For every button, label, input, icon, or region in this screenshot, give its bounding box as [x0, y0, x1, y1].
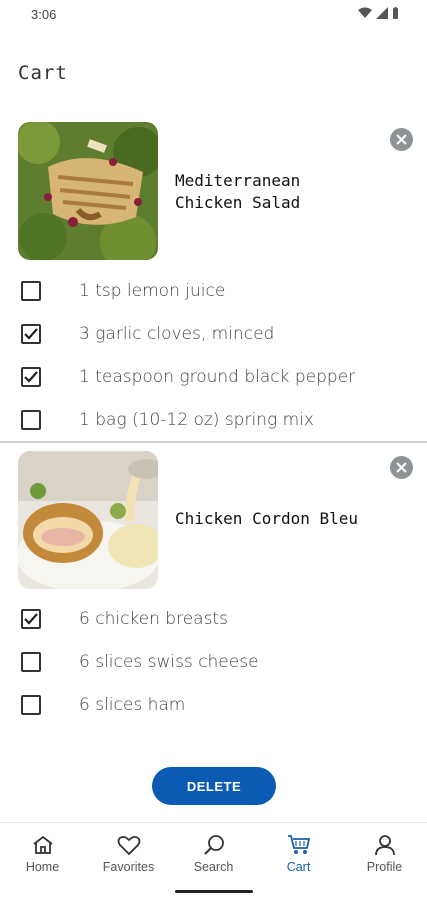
signal-icon — [376, 7, 388, 19]
search-icon — [203, 835, 224, 855]
close-icon — [396, 462, 407, 473]
recipe-name-line: Chicken Salad — [175, 193, 301, 212]
ingredient-row[interactable]: 1 tsp lemon juice — [0, 271, 427, 311]
status-icons — [358, 7, 399, 19]
profile-icon — [374, 835, 395, 856]
ingredient-row[interactable]: 6 slices ham — [0, 685, 427, 725]
ingredient-label: 1 tsp lemon juice — [79, 281, 226, 301]
ingredient-checkbox[interactable] — [21, 281, 41, 301]
check-icon — [24, 613, 38, 625]
ingredient-checkbox[interactable] — [21, 410, 41, 430]
recipe-image[interactable] — [18, 451, 158, 589]
bottom-nav: Home Favorites Search Cart Profile — [0, 822, 427, 900]
ingredient-label: 3 garlic cloves, minced — [79, 324, 275, 344]
nav-label: Profile — [366, 860, 403, 874]
nav-item-profile[interactable]: Profile — [342, 823, 427, 883]
nav-item-cart[interactable]: Cart — [256, 823, 341, 883]
ingredient-row[interactable]: 6 slices swiss cheese — [0, 642, 427, 682]
ingredient-checkbox[interactable] — [21, 324, 41, 344]
check-icon — [24, 371, 38, 383]
ingredient-checkbox[interactable] — [21, 609, 41, 629]
home-indicator[interactable] — [175, 890, 253, 893]
ingredient-row[interactable]: 3 garlic cloves, minced — [0, 314, 427, 354]
nav-item-home[interactable]: Home — [0, 823, 85, 883]
nav-label: Favorites — [102, 860, 155, 874]
ingredient-checkbox[interactable] — [21, 695, 41, 715]
recipe-name-line: Chicken Cordon Bleu — [175, 509, 359, 528]
ingredient-checkbox[interactable] — [21, 367, 41, 387]
recipe-name: Mediterranean Chicken Salad — [175, 170, 300, 214]
recipe-image[interactable] — [18, 122, 158, 260]
home-icon — [32, 835, 53, 854]
wifi-icon — [358, 7, 372, 18]
close-icon — [396, 134, 407, 145]
status-time: 3:06 — [31, 7, 57, 22]
check-icon — [24, 328, 38, 340]
delete-button[interactable]: DELETE — [152, 767, 276, 805]
nav-item-search[interactable]: Search — [171, 823, 256, 883]
ingredient-label: 6 chicken breasts — [79, 609, 228, 629]
ingredient-label: 1 bag (10-12 oz) spring mix — [79, 410, 314, 430]
recipe-divider — [0, 441, 427, 443]
ingredient-row[interactable]: 1 teaspoon ground black pepper — [0, 357, 427, 397]
battery-icon — [393, 7, 398, 19]
ingredient-row[interactable]: 6 chicken breasts — [0, 599, 427, 639]
recipe-name: Chicken Cordon Bleu — [175, 508, 358, 530]
nav-label: Home — [25, 860, 60, 874]
ingredient-label: 6 slices ham — [79, 695, 186, 715]
status-bar: 3:06 — [0, 0, 427, 30]
recipe-name-line: Mediterranean — [175, 171, 301, 190]
heart-icon — [117, 835, 140, 855]
ingredient-label: 1 teaspoon ground black pepper — [79, 367, 356, 387]
page-title: Cart — [18, 62, 68, 84]
remove-recipe-button[interactable] — [390, 456, 413, 479]
nav-item-favorites[interactable]: Favorites — [86, 823, 171, 883]
ingredient-row[interactable]: 1 bag (10-12 oz) spring mix — [0, 400, 427, 440]
cart-icon — [287, 835, 310, 854]
nav-label: Cart — [286, 860, 311, 874]
nav-label: Search — [193, 860, 234, 874]
ingredient-label: 6 slices swiss cheese — [79, 652, 259, 672]
ingredient-checkbox[interactable] — [21, 652, 41, 672]
remove-recipe-button[interactable] — [390, 128, 413, 151]
